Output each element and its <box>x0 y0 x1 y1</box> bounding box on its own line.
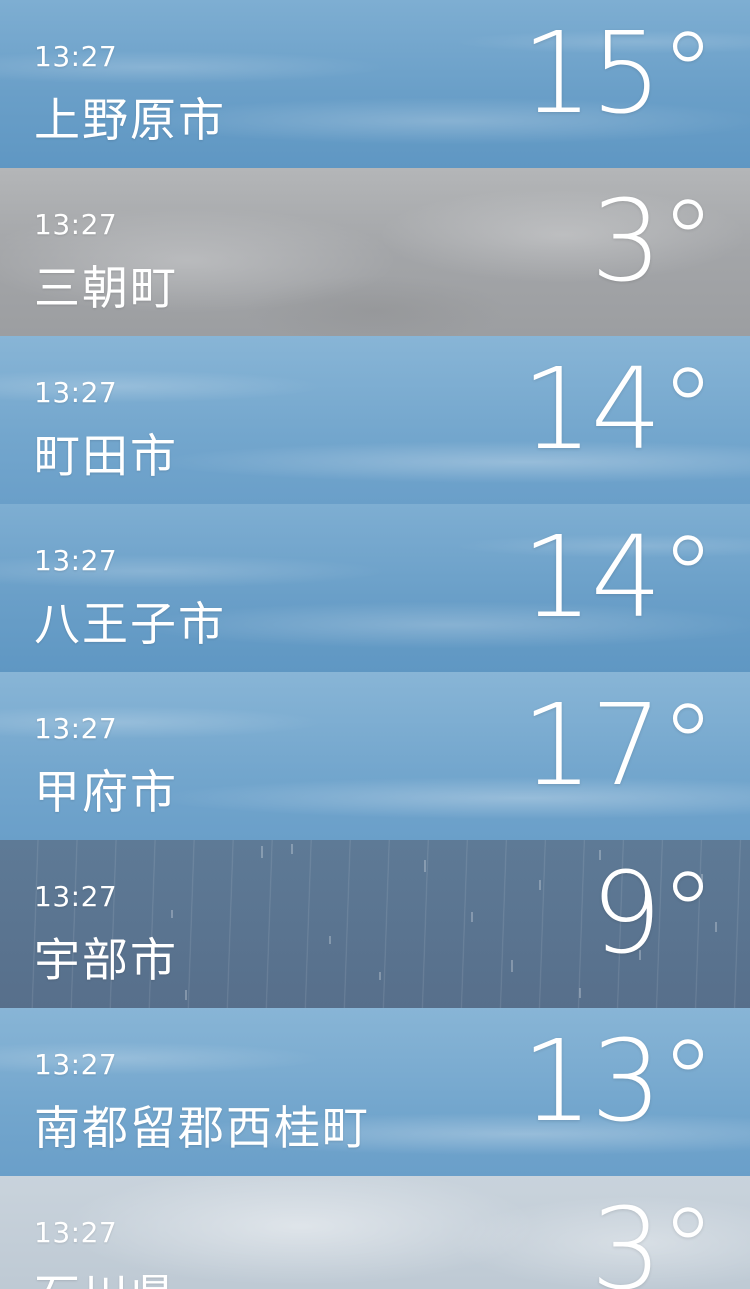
temperature: 13° <box>521 1017 716 1147</box>
location-row-nishikatsura[interactable]: 13:27 南都留郡西桂町 13° <box>0 1008 750 1176</box>
city-name: 三朝町 <box>34 261 178 315</box>
location-row-kofu[interactable]: 13:27 甲府市 17° <box>0 672 750 840</box>
local-time: 13:27 <box>34 1048 118 1081</box>
location-row-uenohara[interactable]: 13:27 上野原市 15° <box>0 0 750 168</box>
temperature: 3° <box>590 1185 716 1289</box>
location-row-ube[interactable]: 13:27 宇部市 9° <box>0 840 750 1008</box>
local-time: 13:27 <box>34 544 118 577</box>
city-name: 石川県 <box>34 1260 178 1289</box>
city-name: 八王子市 <box>34 597 226 651</box>
temperature: 14° <box>521 345 716 475</box>
city-name: 上野原市 <box>34 93 226 147</box>
location-row-misasa[interactable]: 13:27 三朝町 3° <box>0 168 750 336</box>
location-row-hachioji[interactable]: 13:27 八王子市 14° <box>0 504 750 672</box>
local-time: 13:27 <box>34 40 118 73</box>
location-row-ishikawa[interactable]: 13:27 石川県 3° <box>0 1176 750 1289</box>
temperature: 15° <box>521 9 716 139</box>
local-time: 13:27 <box>34 208 118 241</box>
city-name: 甲府市 <box>34 765 178 819</box>
temperature: 9° <box>590 849 716 979</box>
local-time: 13:27 <box>34 880 118 913</box>
temperature: 3° <box>590 177 716 307</box>
local-time: 13:27 <box>34 376 118 409</box>
local-time: 13:27 <box>34 712 118 745</box>
city-name: 南都留郡西桂町 <box>34 1101 370 1155</box>
weather-location-list: 13:27 上野原市 15° 13:27 三朝町 3° 13:27 町田市 14… <box>0 0 750 1289</box>
location-row-machida[interactable]: 13:27 町田市 14° <box>0 336 750 504</box>
temperature: 17° <box>521 681 716 811</box>
city-name: 宇部市 <box>34 933 178 987</box>
local-time: 13:27 <box>34 1216 118 1249</box>
city-name: 町田市 <box>34 429 178 483</box>
temperature: 14° <box>521 513 716 643</box>
